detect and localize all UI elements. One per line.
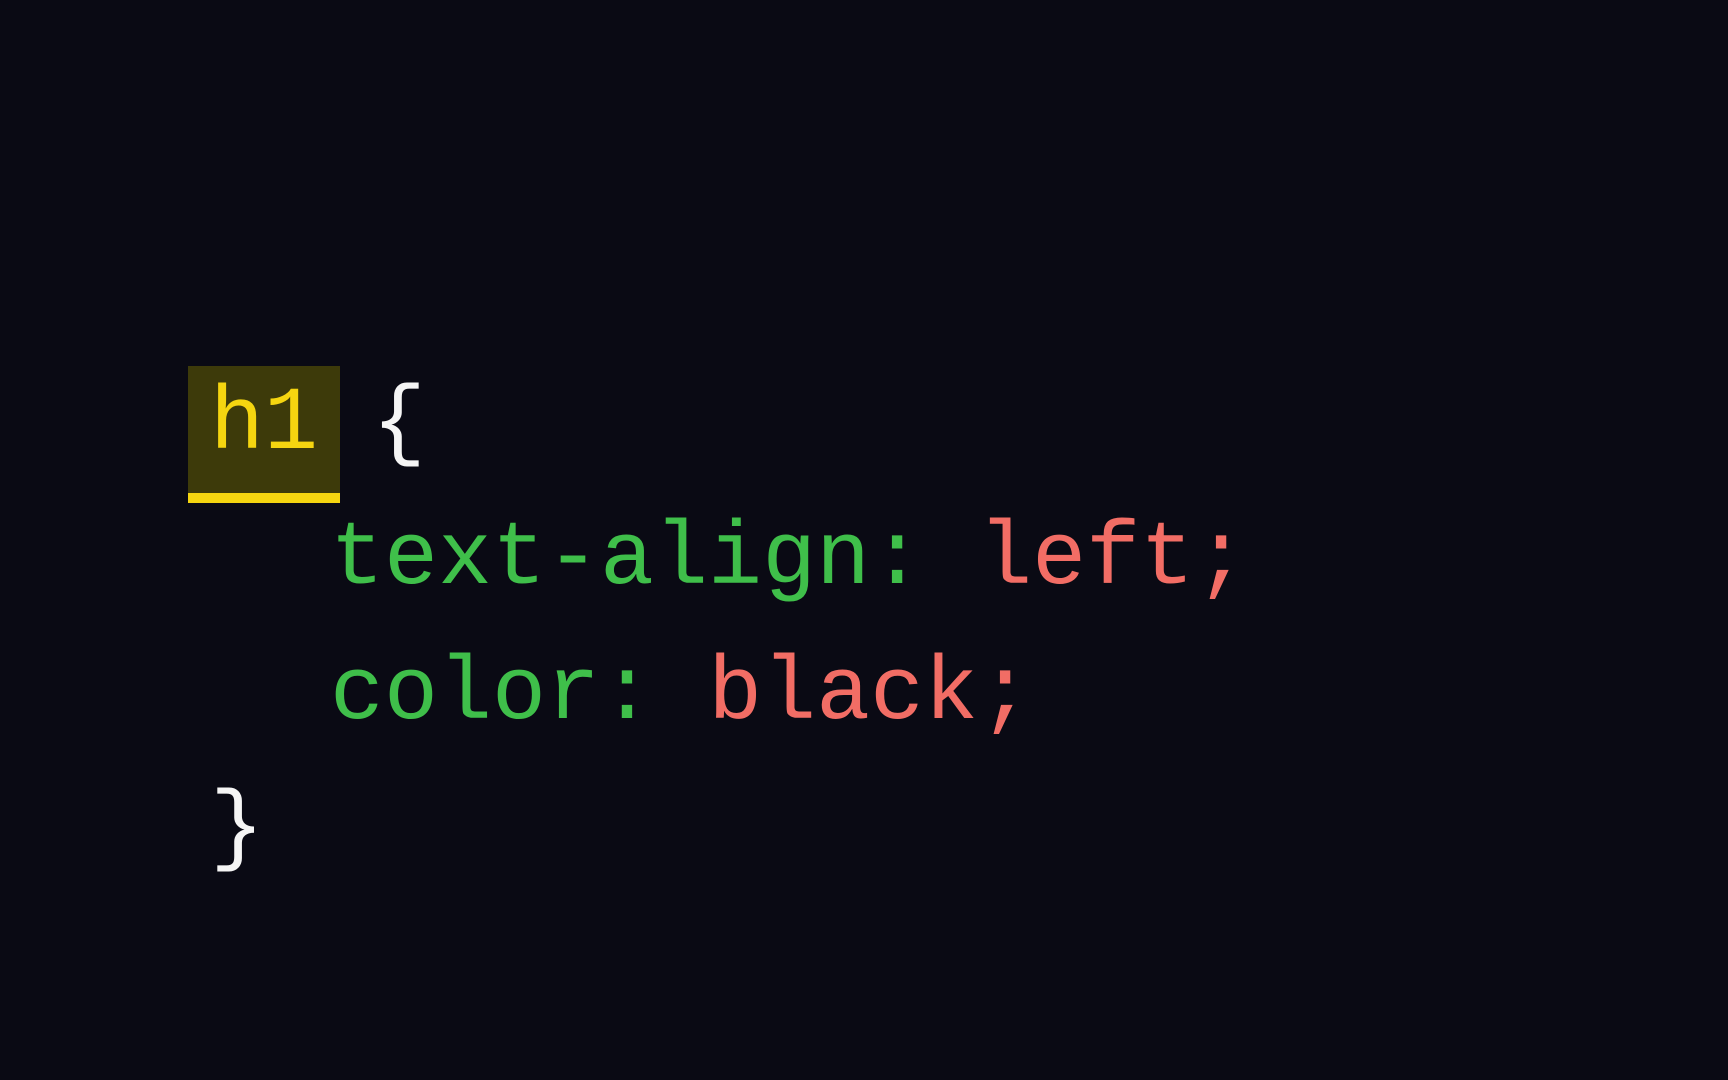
colon: : <box>600 644 654 746</box>
brace-close: } <box>210 779 264 881</box>
css-selector: h1 <box>210 374 318 476</box>
css-value-black: black <box>708 644 978 746</box>
semicolon: ; <box>978 644 1032 746</box>
brace-open-char: { <box>372 374 426 476</box>
space <box>924 509 978 611</box>
css-value-left: left <box>978 509 1194 611</box>
css-code-block: h1 { text-align: left; color: black; } <box>210 223 1248 898</box>
css-property-text-align: text-align <box>330 509 870 611</box>
selector-highlight-wrap: h1 <box>210 358 318 493</box>
css-property-color: color <box>330 644 600 746</box>
space <box>654 644 708 746</box>
colon: : <box>870 509 924 611</box>
semicolon: ; <box>1194 509 1248 611</box>
